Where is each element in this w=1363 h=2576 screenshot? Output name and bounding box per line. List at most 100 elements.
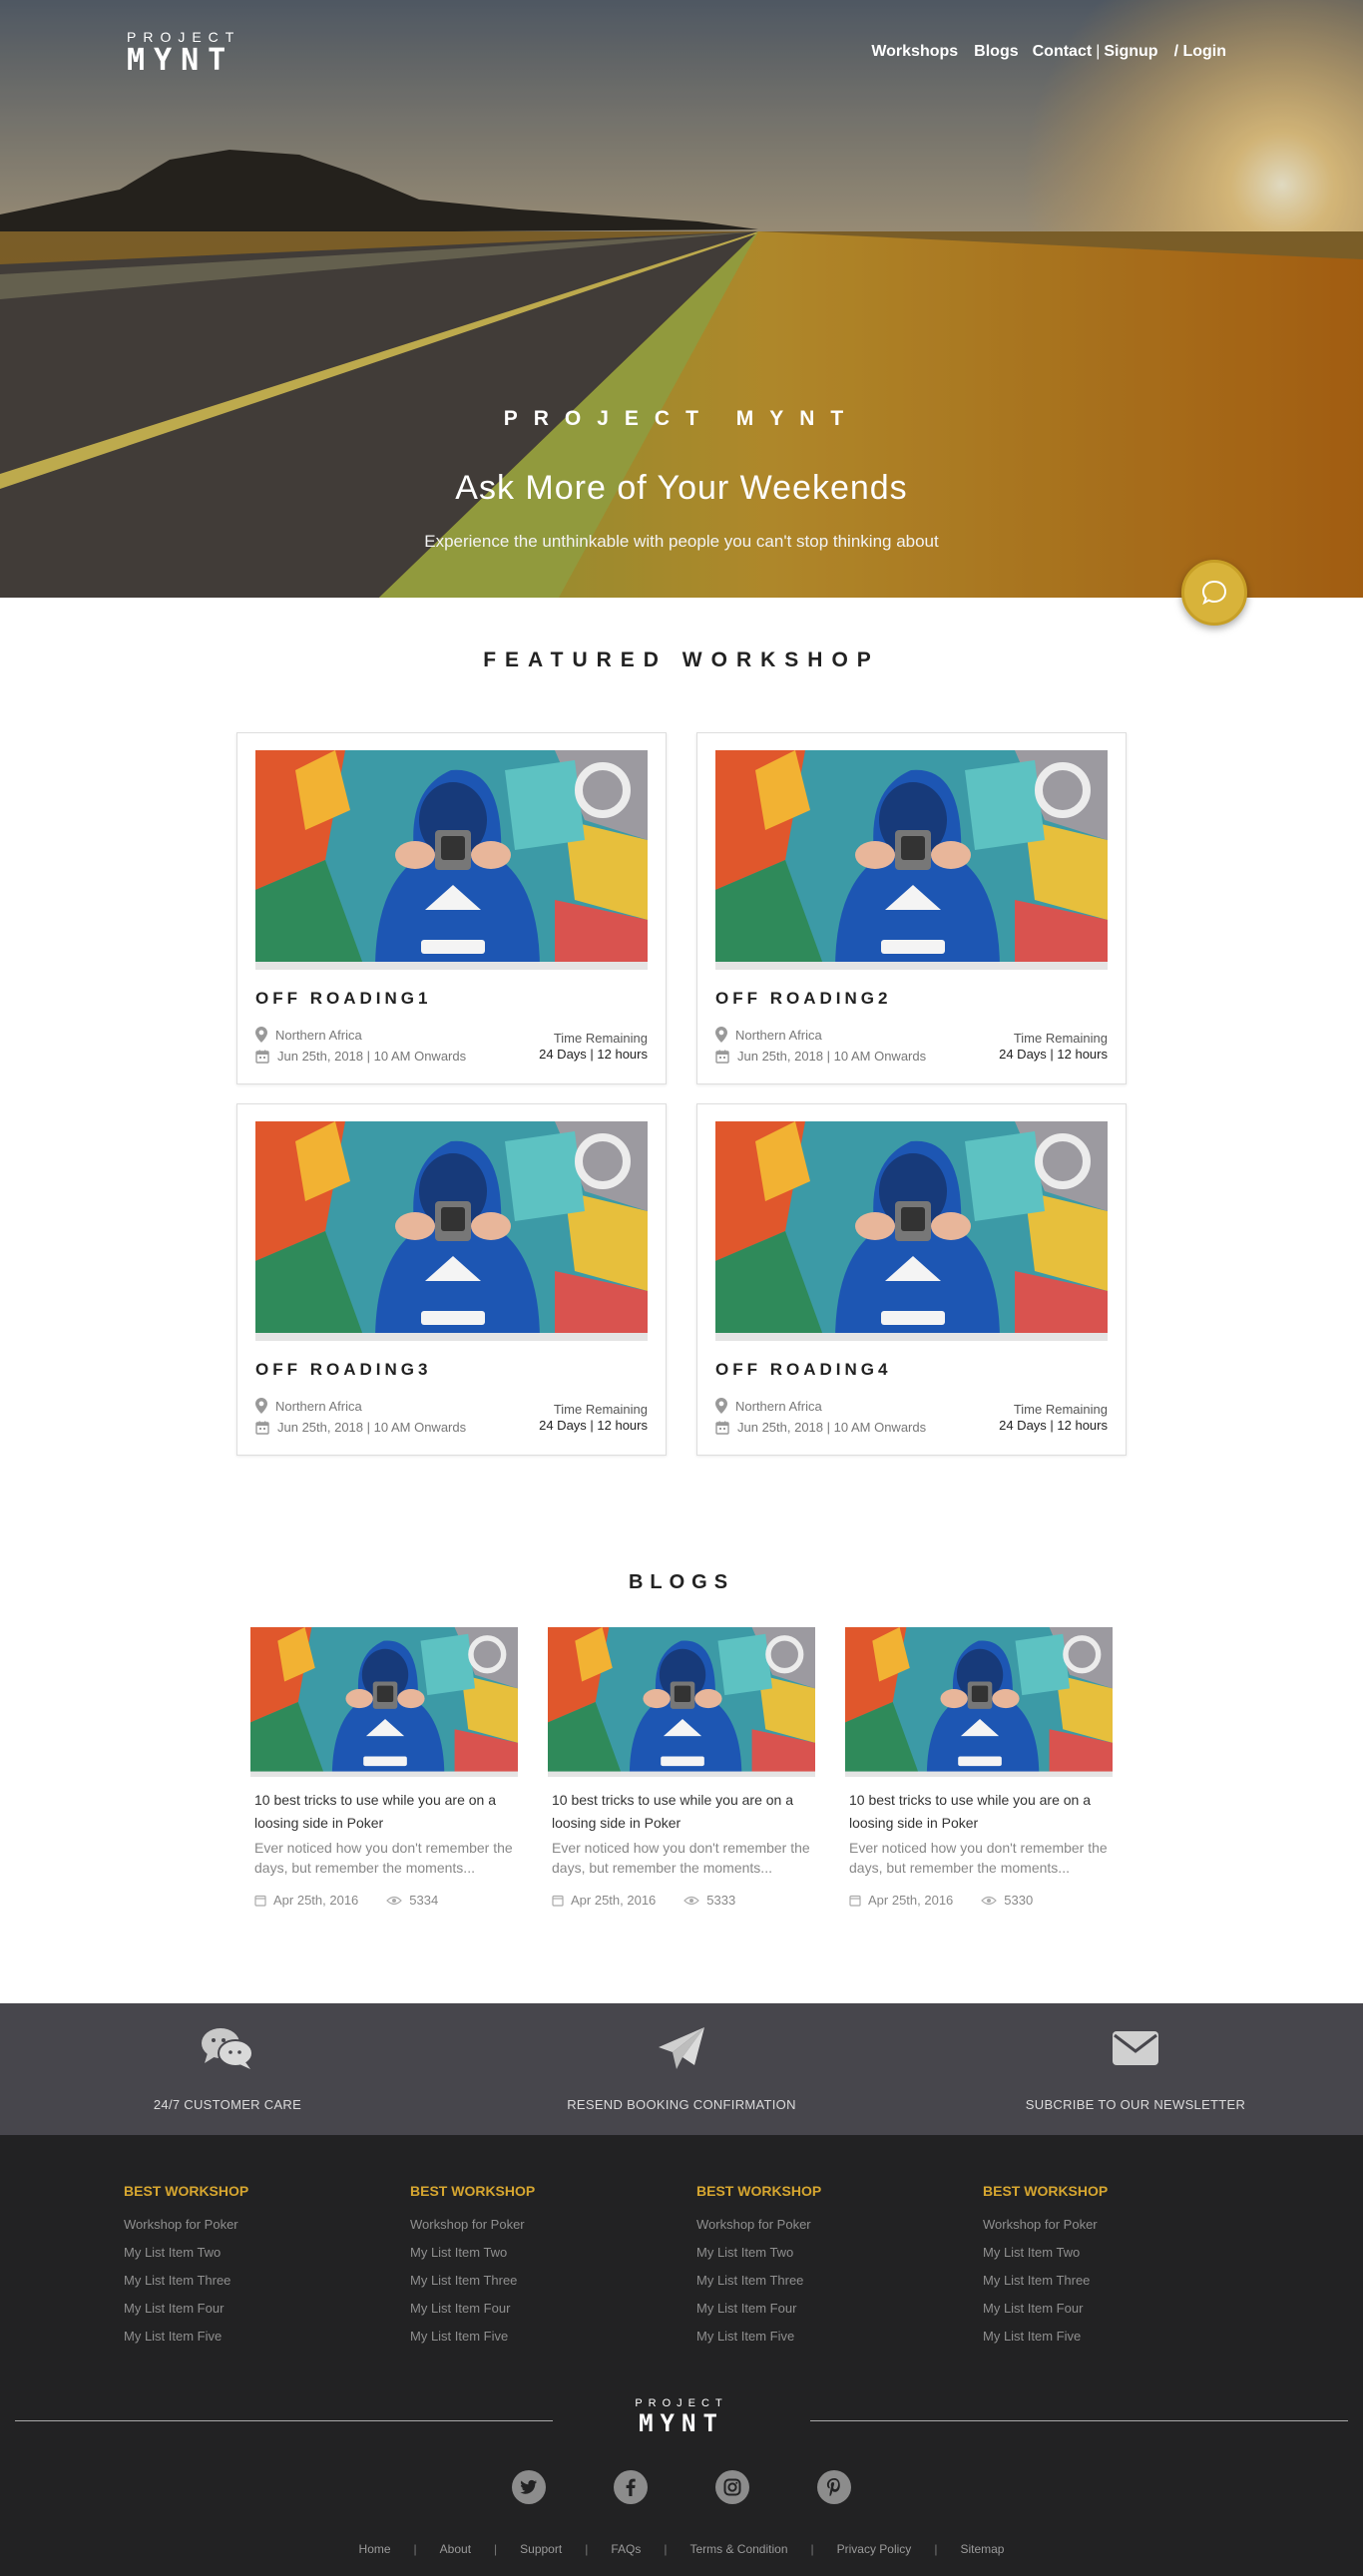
service-label: RESEND BOOKING CONFIRMATION bbox=[567, 2097, 796, 2112]
blog-excerpt: Ever noticed how you don't remember the … bbox=[849, 1840, 1108, 1876]
footer-link-item[interactable]: My List Item Two bbox=[410, 2239, 660, 2267]
brand-logo-bottom: MYNT bbox=[127, 43, 235, 78]
featured-workshop-title: FEATURED WORKSHOP bbox=[483, 648, 880, 671]
footer-bottom-link[interactable]: Support bbox=[520, 2542, 562, 2556]
footer-link-item[interactable]: My List Item Three bbox=[410, 2267, 660, 2295]
location-pin-icon bbox=[255, 1027, 267, 1043]
workshop-date-text: Jun 25th, 2018 | 10 AM Onwards bbox=[737, 1420, 927, 1435]
workshop-image[interactable] bbox=[715, 1121, 1108, 1341]
nav-separator: | bbox=[1096, 43, 1101, 60]
blog-image[interactable] bbox=[845, 1627, 1113, 1777]
twitter-icon[interactable] bbox=[512, 2470, 546, 2504]
footer-bottom-link[interactable]: Home bbox=[359, 2542, 391, 2556]
blog-date: Apr 25th, 2016 bbox=[868, 1893, 954, 1908]
footer-link-item[interactable]: My List Item Three bbox=[696, 2267, 946, 2295]
footer-link-item[interactable]: Workshop for Poker bbox=[696, 2211, 946, 2239]
eye-icon bbox=[386, 1896, 403, 1905]
service-resend-booking[interactable]: RESEND BOOKING CONFIRMATION bbox=[512, 2003, 851, 2135]
facebook-icon[interactable] bbox=[614, 2470, 648, 2504]
workshop-name[interactable]: OFF ROADING3 bbox=[255, 1360, 431, 1380]
workshop-location-text: Northern Africa bbox=[275, 1027, 362, 1043]
footer-column-heading: BEST WORKSHOP bbox=[696, 2183, 822, 2199]
footer-link-item[interactable]: My List Item Five bbox=[124, 2323, 373, 2351]
footer-link-item[interactable]: My List Item Three bbox=[983, 2267, 1232, 2295]
footer-link-item[interactable]: My List Item Five bbox=[410, 2323, 660, 2351]
nav-workshops[interactable]: Workshops bbox=[871, 43, 958, 61]
nav-contact[interactable]: Contact bbox=[1033, 43, 1093, 61]
footer-link-item[interactable]: My List Item Two bbox=[983, 2239, 1232, 2267]
workshop-location: Northern Africa bbox=[255, 1398, 362, 1414]
nav-signup[interactable]: Signup bbox=[1104, 43, 1157, 61]
chat-button[interactable] bbox=[1181, 560, 1247, 626]
blog-image[interactable] bbox=[548, 1627, 815, 1777]
pinterest-icon[interactable] bbox=[817, 2470, 851, 2504]
instagram-icon[interactable] bbox=[715, 2470, 749, 2504]
footer-link-item[interactable]: My List Item Three bbox=[124, 2267, 373, 2295]
footer-link-item[interactable]: My List Item Two bbox=[696, 2239, 946, 2267]
workshop-photo bbox=[255, 1121, 648, 1341]
nav-blogs[interactable]: Blogs bbox=[974, 43, 1018, 61]
time-remaining-value: 24 Days | 12 hours bbox=[539, 1418, 648, 1433]
workshop-card[interactable]: OFF ROADING3 Northern Africa Jun 25th, 201… bbox=[236, 1103, 667, 1456]
workshop-name[interactable]: OFF ROADING2 bbox=[715, 989, 891, 1009]
workshop-image[interactable] bbox=[715, 750, 1108, 970]
service-newsletter[interactable]: SUBCRIBE TO OUR NEWSLETTER bbox=[966, 2003, 1305, 2135]
footer-link-item[interactable]: Workshop for Poker bbox=[410, 2211, 660, 2239]
footer-bottom-link[interactable]: Terms & Condition bbox=[689, 2542, 787, 2556]
workshop-name[interactable]: OFF ROADING1 bbox=[255, 989, 431, 1009]
blog-excerpt: Ever noticed how you don't remember the … bbox=[552, 1840, 810, 1876]
workshop-image[interactable] bbox=[255, 750, 648, 970]
footer-column: BEST WORKSHOP Workshop for Poker My List I… bbox=[696, 2183, 946, 2351]
blog-photo bbox=[548, 1627, 815, 1777]
footer-link-item[interactable]: My List Item Five bbox=[696, 2323, 946, 2351]
footer-logo[interactable]: PROJECT MYNT bbox=[0, 2396, 1363, 2436]
workshop-card[interactable]: OFF ROADING4 Northern Africa Jun 25th, 201… bbox=[696, 1103, 1127, 1456]
footer-link-item[interactable]: Workshop for Poker bbox=[983, 2211, 1232, 2239]
footer-link-separator: | bbox=[934, 2542, 938, 2556]
blog-card[interactable]: 10 best tricks to use while you are on a… bbox=[845, 1627, 1113, 1917]
blog-image[interactable] bbox=[250, 1627, 518, 1777]
blog-views: 5334 bbox=[409, 1893, 439, 1908]
services-bar: 24/7 CUSTOMER CARE RESEND BOOKING CONFIR… bbox=[0, 2003, 1363, 2135]
workshop-location: Northern Africa bbox=[255, 1027, 362, 1043]
workshop-card[interactable]: OFF ROADING2 Northern Africa Jun 25th, 201… bbox=[696, 732, 1127, 1084]
footer-bottom-link[interactable]: Sitemap bbox=[960, 2542, 1004, 2556]
chat-bubble-icon bbox=[1201, 580, 1227, 606]
footer-link-item[interactable]: My List Item Two bbox=[124, 2239, 373, 2267]
footer-link-item[interactable]: My List Item Five bbox=[983, 2323, 1232, 2351]
workshop-location-text: Northern Africa bbox=[735, 1027, 822, 1043]
time-remaining-label: Time Remaining bbox=[553, 1402, 648, 1417]
blog-title[interactable]: 10 best tricks to use while you are on a… bbox=[552, 1789, 813, 1835]
nav-login[interactable]: / Login bbox=[1174, 43, 1226, 61]
workshop-name[interactable]: OFF ROADING4 bbox=[715, 1360, 891, 1380]
blog-card[interactable]: 10 best tricks to use while you are on a… bbox=[548, 1627, 815, 1917]
footer-bottom-link[interactable]: About bbox=[440, 2542, 471, 2556]
workshop-date: Jun 25th, 2018 | 10 AM Onwards bbox=[715, 1049, 926, 1064]
footer-link-item[interactable]: My List Item Four bbox=[696, 2295, 946, 2323]
workshop-image[interactable] bbox=[255, 1121, 648, 1341]
hero-subtitle: Experience the unthinkable with people y… bbox=[424, 532, 939, 551]
blog-title[interactable]: 10 best tricks to use while you are on a… bbox=[254, 1789, 516, 1835]
blogs-title: BLOGS bbox=[628, 1571, 735, 1593]
footer-bottom-link[interactable]: Privacy Policy bbox=[837, 2542, 912, 2556]
service-customer-care[interactable]: 24/7 CUSTOMER CARE bbox=[58, 2003, 397, 2135]
blog-title[interactable]: 10 best tricks to use while you are on a… bbox=[849, 1789, 1111, 1835]
footer-column-heading: BEST WORKSHOP bbox=[983, 2183, 1109, 2199]
eye-icon bbox=[683, 1896, 700, 1905]
calendar-icon bbox=[255, 1421, 269, 1435]
social-links bbox=[0, 2470, 1363, 2504]
footer-link-item[interactable]: My List Item Four bbox=[983, 2295, 1232, 2323]
workshop-card[interactable]: OFF ROADING1 Northern Africa Jun 25th, 201… bbox=[236, 732, 667, 1084]
footer-link-item[interactable]: My List Item Four bbox=[410, 2295, 660, 2323]
blog-card[interactable]: 10 best tricks to use while you are on a… bbox=[250, 1627, 518, 1917]
blog-date: Apr 25th, 2016 bbox=[273, 1893, 359, 1908]
footer-link-item[interactable]: Workshop for Poker bbox=[124, 2211, 373, 2239]
brand-logo[interactable]: PROJECT MYNT bbox=[127, 29, 240, 77]
calendar-icon bbox=[254, 1895, 266, 1907]
blog-meta: Apr 25th, 2016 5330 bbox=[849, 1893, 1033, 1908]
footer-link-separator: | bbox=[810, 2542, 814, 2556]
footer-bottom-link[interactable]: FAQs bbox=[611, 2542, 641, 2556]
footer-column: BEST WORKSHOP Workshop for Poker My List I… bbox=[124, 2183, 373, 2351]
footer-link-item[interactable]: My List Item Four bbox=[124, 2295, 373, 2323]
workshop-date: Jun 25th, 2018 | 10 AM Onwards bbox=[715, 1420, 926, 1435]
